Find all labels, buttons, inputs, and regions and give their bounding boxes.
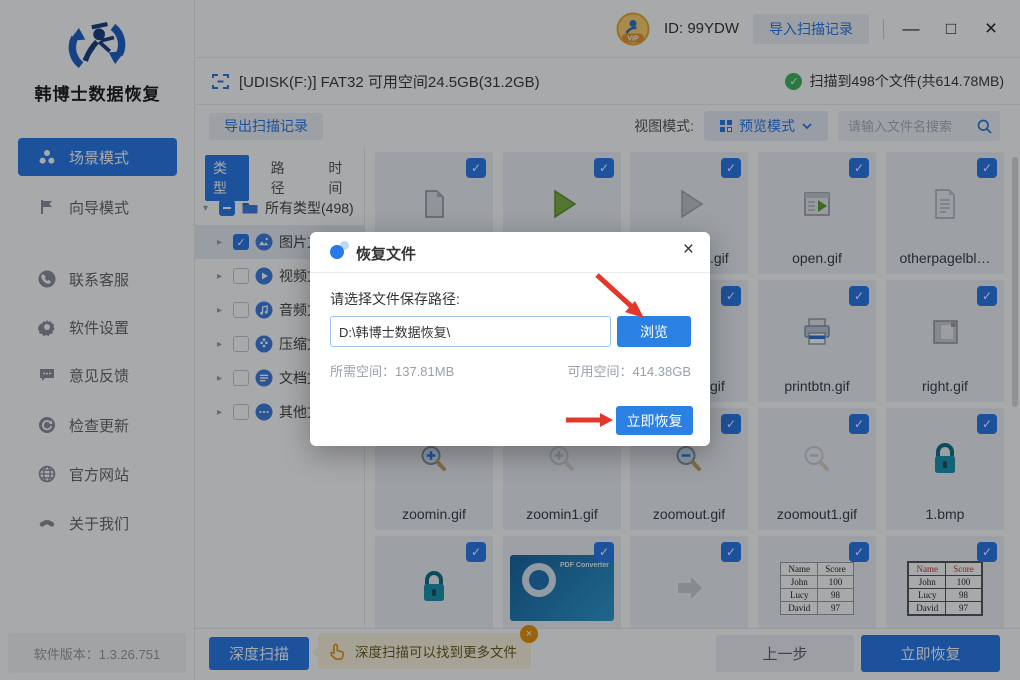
browse-button[interactable]: 浏览: [617, 316, 691, 347]
dialog-recover-now-button[interactable]: 立即恢复: [616, 406, 693, 435]
dialog-divider: [310, 272, 710, 273]
app-window: 韩博士数据恢复 场景模式向导模式联系客服软件设置意见反馈检查更新官方网站关于我们…: [0, 0, 1020, 680]
recover-files-dialog: 恢复文件 × 请选择文件保存路径: 浏览 所需空间：137.81MB 可用空间：…: [310, 232, 710, 446]
required-space-text: 所需空间：137.81MB: [330, 361, 454, 380]
dialog-title: 恢复文件: [356, 243, 416, 264]
save-path-input[interactable]: [330, 316, 611, 347]
dialog-dot-icon: [330, 245, 344, 259]
available-space-text: 可用空间：414.38GB: [567, 361, 691, 380]
save-path-label: 请选择文件保存路径:: [330, 289, 460, 309]
dialog-close-icon[interactable]: ×: [683, 239, 694, 261]
